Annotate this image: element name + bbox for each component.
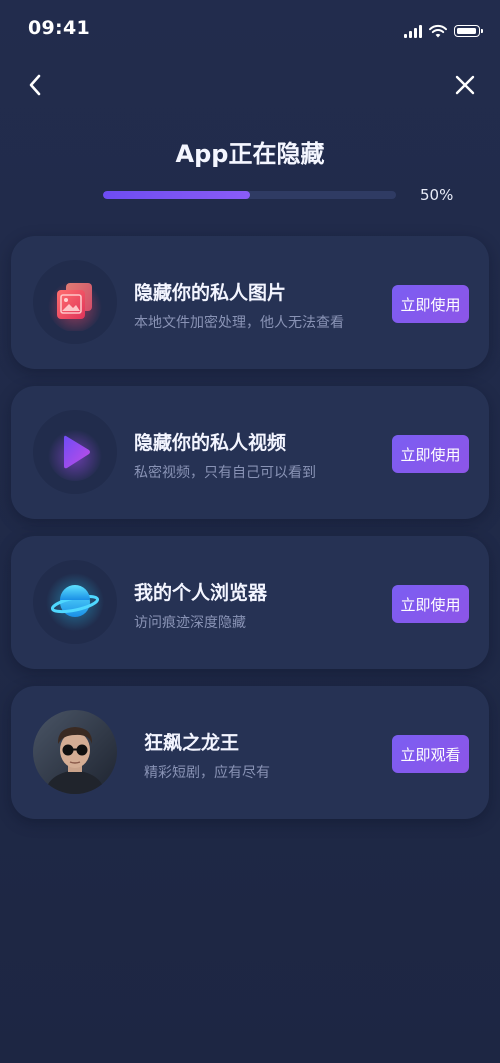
status-time: 09:41 <box>28 17 90 39</box>
back-button[interactable] <box>20 70 50 100</box>
use-now-button[interactable]: 立即使用 <box>392 285 469 323</box>
status-icons <box>404 20 483 38</box>
watch-now-button[interactable]: 立即观看 <box>392 735 469 773</box>
card-subtitle: 精彩短剧，应有尽有 <box>144 765 270 781</box>
card-title: 狂飙之龙王 <box>144 732 240 754</box>
card-hide-videos[interactable]: 隐藏你的私人视频 私密视频，只有自己可以看到 立即使用 <box>11 386 489 519</box>
planet-icon <box>46 573 104 631</box>
card-short-drama[interactable]: 狂飙之龙王 精彩短剧，应有尽有 立即观看 <box>11 686 489 819</box>
card-title: 隐藏你的私人图片 <box>134 282 287 304</box>
signal-icon <box>404 24 422 38</box>
card-title: 隐藏你的私人视频 <box>134 432 287 454</box>
card-subtitle: 本地文件加密处理，他人无法查看 <box>134 315 344 331</box>
card-subtitle: 私密视频，只有自己可以看到 <box>134 465 316 481</box>
close-button[interactable] <box>450 70 480 100</box>
avatar <box>33 710 117 794</box>
use-now-button[interactable]: 立即使用 <box>392 435 469 473</box>
card-title: 我的个人浏览器 <box>134 582 268 604</box>
page-title: App正在隐藏 <box>175 140 325 168</box>
app-screen: 09:41 App正在隐藏 50% 隐藏你的私人图片 本地文件加密处理，他人无法… <box>0 0 500 1063</box>
card-icon-container <box>33 260 117 344</box>
status-bar: 09:41 <box>0 0 500 56</box>
play-icon <box>48 427 102 481</box>
battery-icon <box>454 25 483 37</box>
chevron-left-icon <box>29 74 41 96</box>
use-now-button[interactable]: 立即使用 <box>392 585 469 623</box>
card-private-browser[interactable]: 我的个人浏览器 访问痕迹深度隐藏 立即使用 <box>11 536 489 669</box>
progress-fill <box>103 191 250 199</box>
card-subtitle: 访问痕迹深度隐藏 <box>134 615 246 631</box>
avatar-portrait-icon <box>33 710 117 794</box>
card-icon-container <box>33 560 117 644</box>
progress-bar <box>103 191 396 199</box>
wifi-icon <box>429 24 447 38</box>
progress-label: 50% <box>420 186 454 204</box>
card-hide-photos[interactable]: 隐藏你的私人图片 本地文件加密处理，他人无法查看 立即使用 <box>11 236 489 369</box>
card-icon-container <box>33 410 117 494</box>
close-icon <box>455 75 475 95</box>
photo-icon <box>48 278 102 331</box>
